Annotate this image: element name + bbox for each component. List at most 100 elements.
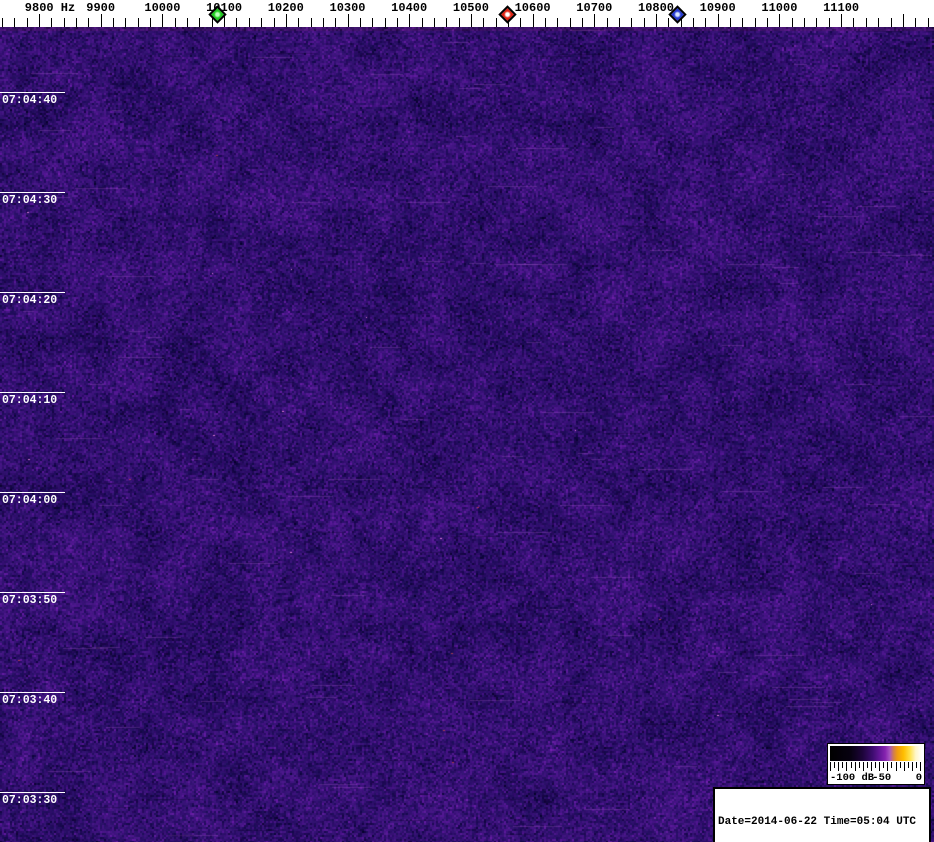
freq-major-tick [656,14,657,27]
scale-tick [900,762,901,768]
freq-minor-tick [2,18,3,27]
freq-label-10200: 10200 [268,1,304,15]
freq-minor-tick [619,18,620,27]
freq-minor-tick [323,18,324,27]
spectrogram-screen: 9800 Hz990010000101001020010300104001050… [0,0,934,842]
freq-minor-tick [804,18,805,27]
freq-label-10900: 10900 [700,1,736,15]
freq-label-10400: 10400 [391,1,427,15]
freq-label-11000: 11000 [761,1,797,15]
freq-minor-tick [878,18,879,27]
scale-tick [896,762,897,771]
freq-minor-tick [742,18,743,27]
freq-minor-tick [422,18,423,27]
freq-major-tick [39,14,40,27]
freq-minor-tick [64,18,65,27]
freq-minor-tick [397,18,398,27]
freq-minor-tick [125,18,126,27]
scale-tick [842,762,843,768]
scale-tick [871,762,872,771]
scale-tick [883,762,884,768]
scale-tick [838,762,839,771]
freq-major-tick [162,14,163,27]
freq-minor-tick [557,18,558,27]
freq-minor-tick [88,18,89,27]
freq-minor-tick [853,18,854,27]
freq-minor-tick [51,18,52,27]
scale-tick [855,762,856,771]
freq-minor-tick [76,18,77,27]
scale-tick [863,762,864,771]
freq-minor-tick [755,18,756,27]
waterfall-display [0,27,934,842]
freq-minor-tick [187,18,188,27]
info-line-date: Date=2014-06-22 Time=05:04 UTC [718,816,926,829]
scale-tick [859,762,860,768]
scale-tick [908,762,909,768]
freq-label-10300: 10300 [329,1,365,15]
freq-major-tick [471,14,472,27]
freq-major-tick [409,14,410,27]
freq-label-9900: 9900 [86,1,115,15]
freq-minor-tick [274,18,275,27]
scale-tick [916,762,917,768]
freq-minor-tick [829,18,830,27]
freq-minor-tick [434,18,435,27]
scale-max-label: 0 [916,772,922,784]
freq-minor-tick [792,18,793,27]
freq-minor-tick [644,18,645,27]
freq-minor-tick [261,18,262,27]
scale-tick [834,762,835,768]
scale-tick [904,762,905,771]
freq-minor-tick [693,18,694,27]
scale-tick [912,762,913,771]
intensity-gradient-bar [830,746,922,761]
freq-minor-tick [335,18,336,27]
freq-label-9800: 9800 Hz [25,1,75,15]
freq-major-tick [594,14,595,27]
freq-minor-tick [113,18,114,27]
freq-label-10600: 10600 [515,1,551,15]
freq-major-tick [101,14,102,27]
freq-minor-tick [150,18,151,27]
scale-min-label: -100 dB [830,772,874,784]
freq-minor-tick [298,18,299,27]
freq-minor-tick [459,18,460,27]
freq-major-tick [718,14,719,27]
freq-minor-tick [27,18,28,27]
freq-minor-tick [236,18,237,27]
freq-minor-tick [705,18,706,27]
scale-tick [867,762,868,768]
freq-minor-tick [311,18,312,27]
frequency-ruler: 9800 Hz990010000101001020010300104001050… [0,0,934,27]
scale-tick [851,762,852,768]
freq-minor-tick [138,18,139,27]
freq-major-tick [841,14,842,27]
freq-major-tick [286,14,287,27]
freq-minor-tick [816,18,817,27]
freq-minor-tick [570,18,571,27]
freq-major-tick [533,14,534,27]
freq-minor-tick [446,18,447,27]
freq-minor-tick [14,18,15,27]
freq-minor-tick [496,18,497,27]
intensity-scale-ticks [830,762,922,771]
intensity-scale-legend: -100 dB -50 0 [827,743,925,785]
scale-tick [879,762,880,771]
freq-minor-tick [767,18,768,27]
freq-major-tick [348,14,349,27]
scale-mid-label: -50 [872,772,891,784]
freq-minor-tick [730,18,731,27]
scale-tick [830,762,831,771]
freq-minor-tick [199,18,200,27]
freq-minor-tick [385,18,386,27]
freq-minor-tick [928,18,929,27]
freq-minor-tick [360,18,361,27]
freq-label-11100: 11100 [823,1,859,15]
freq-minor-tick [915,18,916,27]
freq-minor-tick [520,18,521,27]
freq-minor-tick [582,18,583,27]
scale-tick [846,762,847,771]
freq-minor-tick [545,18,546,27]
freq-minor-tick [866,18,867,27]
